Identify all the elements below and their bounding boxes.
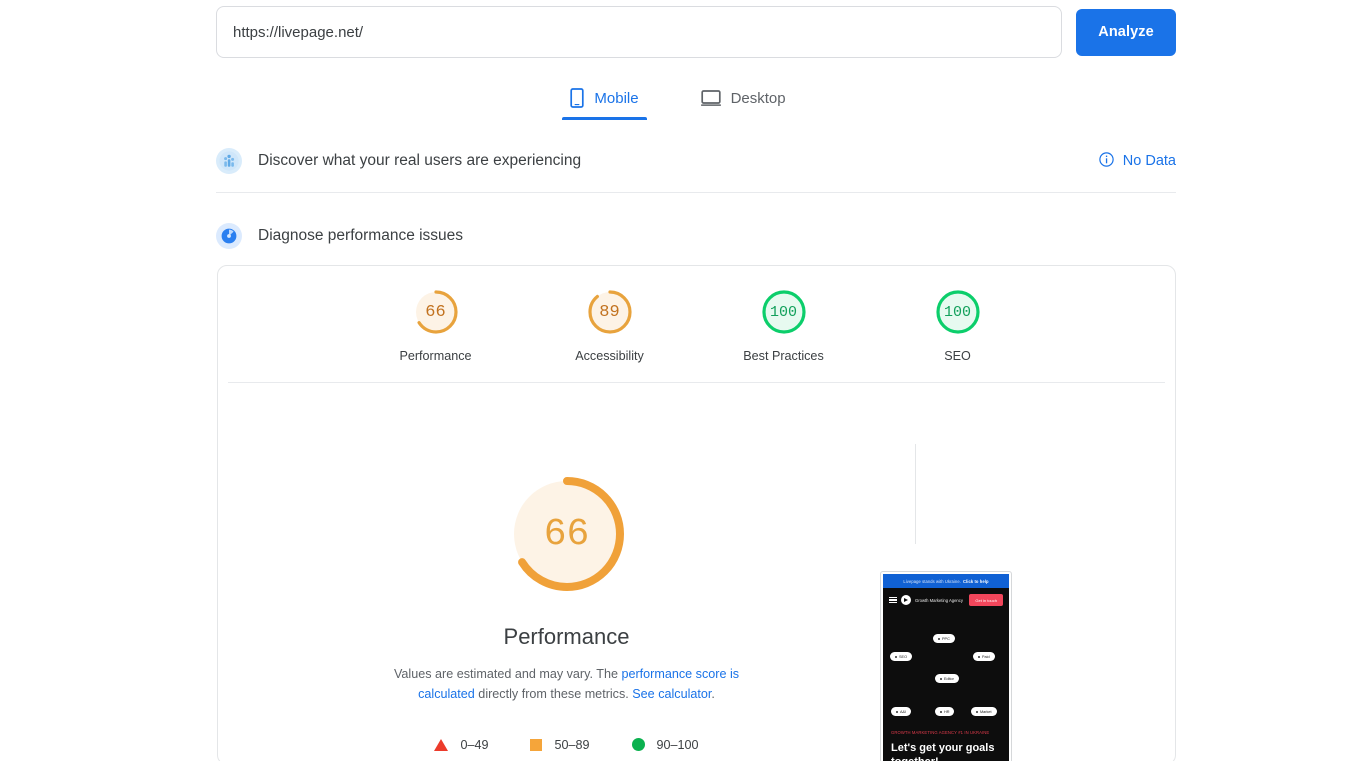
card-divider — [228, 382, 1165, 383]
chip: HR — [935, 707, 954, 716]
see-calculator-link[interactable]: See calculator — [632, 687, 711, 701]
field-data-title: Discover what your real users are experi… — [258, 152, 581, 170]
legend-item-poor: 0–49 — [434, 738, 488, 752]
screenshot-banner: Livepage stands with Ukraine.Click to he… — [883, 574, 1009, 588]
screenshot-cta-button: Get in touch — [969, 594, 1003, 606]
real-user-data-icon — [216, 148, 242, 174]
url-analyze-row: Analyze — [216, 6, 1176, 58]
desc-part-2: directly from these metrics. — [475, 687, 632, 701]
menu-icon — [889, 597, 897, 604]
field-data-status[interactable]: No Data — [1099, 152, 1176, 171]
gauge-value: 66 — [410, 286, 462, 338]
tab-desktop-label: Desktop — [731, 90, 786, 107]
tab-mobile[interactable]: Mobile — [562, 82, 646, 120]
triangle-icon — [434, 739, 448, 751]
circle-icon — [632, 738, 645, 751]
category-scores: 66 Performance 89 Accessibility — [218, 266, 1175, 363]
section-divider — [216, 192, 1176, 193]
analyze-button[interactable]: Analyze — [1076, 9, 1176, 56]
score-gauge-performance[interactable]: 66 Performance — [381, 286, 491, 363]
search-input[interactable] — [216, 6, 1062, 58]
gauge-label: Best Practices — [729, 349, 839, 363]
gauge-ring: 66 — [410, 286, 462, 338]
lab-data-section: Diagnose performance issues — [216, 218, 1176, 254]
field-data-section: Discover what your real users are experi… — [216, 142, 1176, 180]
gauge-value: 89 — [584, 286, 636, 338]
desc-part-3: . — [711, 687, 715, 701]
banner-link: Click to help — [963, 579, 989, 584]
legend-range: 50–89 — [554, 738, 589, 752]
chip: Market — [971, 707, 997, 716]
lab-data-title: Diagnose performance issues — [258, 227, 463, 245]
tab-desktop[interactable]: Desktop — [693, 82, 794, 120]
chip: PPC — [933, 634, 955, 643]
desktop-icon — [701, 89, 721, 107]
legend-range: 0–49 — [460, 738, 488, 752]
screenshot-brand: Growth Marketing Agency — [915, 598, 963, 603]
score-gauge-accessibility[interactable]: 89 Accessibility — [555, 286, 665, 363]
gauge-ring: 100 — [932, 286, 984, 338]
vertical-divider — [915, 444, 916, 544]
performance-heading: Performance — [218, 624, 915, 650]
gauge-ring: 89 — [584, 286, 636, 338]
score-gauge-seo[interactable]: 100 SEO — [903, 286, 1013, 363]
device-tabs: Mobile Desktop — [0, 82, 1356, 120]
gauge-label: Performance — [381, 349, 491, 363]
page-screenshot-thumbnail[interactable]: Livepage stands with Ukraine.Click to he… — [880, 571, 1012, 761]
desc-part-1: Values are estimated and may vary. The — [394, 667, 622, 681]
performance-gauge-large: 66 — [507, 474, 627, 594]
lighthouse-results-card: 66 Performance 89 Accessibility — [217, 265, 1176, 761]
chip: A&I — [891, 707, 911, 716]
performance-score-block: 66 Performance Values are estimated and … — [218, 416, 915, 752]
score-legend: 0–49 50–89 90–100 — [218, 738, 915, 752]
gauge-value: 100 — [758, 286, 810, 338]
square-icon — [530, 739, 542, 751]
screenshot-headline: Let's get your goals together! — [883, 736, 1009, 761]
screenshot-header: Growth Marketing Agency Get in touch — [883, 588, 1009, 612]
screenshot-chips: PPC SEO Paid Editor A&I HR Market — [883, 612, 1009, 730]
legend-item-average: 50–89 — [530, 738, 589, 752]
gauge-value: 100 — [932, 286, 984, 338]
chip: Editor — [935, 674, 959, 683]
screenshot-viewport: Livepage stands with Ukraine.Click to he… — [883, 574, 1009, 761]
performance-description: Values are estimated and may vary. The p… — [367, 664, 767, 705]
legend-item-good: 90–100 — [632, 738, 699, 752]
tab-mobile-label: Mobile — [594, 90, 638, 107]
logo-icon — [901, 595, 911, 605]
mobile-icon — [570, 88, 584, 108]
banner-text: Livepage stands with Ukraine. — [903, 579, 961, 584]
legend-range: 90–100 — [657, 738, 699, 752]
performance-summary: 66 Performance Values are estimated and … — [218, 416, 1177, 756]
pagespeed-insights-page: Analyze Mobile Desktop — [0, 0, 1356, 761]
performance-gauge-value: 66 — [507, 474, 627, 594]
diagnose-gauge-icon — [216, 223, 242, 249]
chip: Paid — [973, 652, 995, 661]
chip: SEO — [890, 652, 912, 661]
no-data-label: No Data — [1123, 153, 1176, 169]
gauge-label: Accessibility — [555, 349, 665, 363]
gauge-label: SEO — [903, 349, 1013, 363]
score-gauge-best-practices[interactable]: 100 Best Practices — [729, 286, 839, 363]
info-icon[interactable] — [1099, 152, 1114, 171]
gauge-ring: 100 — [758, 286, 810, 338]
